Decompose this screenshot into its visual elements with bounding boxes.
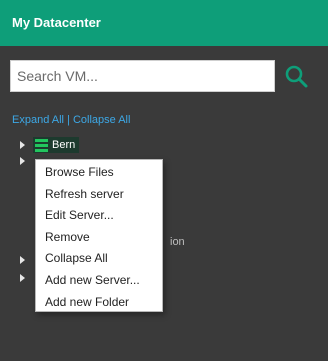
collapse-all-link[interactable]: Collapse All: [73, 114, 130, 126]
expand-caret-icon[interactable]: [20, 274, 25, 282]
menu-item-refresh-server[interactable]: Refresh server: [36, 184, 162, 206]
expand-caret-icon[interactable]: [20, 141, 25, 149]
panel-header: My Datacenter: [0, 0, 328, 46]
tree-row: [20, 270, 25, 286]
tree-node-bern[interactable]: Bern: [33, 137, 80, 153]
context-menu: Browse Files Refresh server Edit Server.…: [35, 159, 163, 312]
menu-item-collapse-all[interactable]: Collapse All: [36, 248, 162, 270]
tree-node-label-partial: ion: [170, 236, 185, 248]
menu-item-add-new-folder[interactable]: Add new Folder: [36, 292, 162, 314]
menu-item-browse-files[interactable]: Browse Files: [36, 162, 162, 184]
expand-all-link[interactable]: Expand All: [12, 114, 64, 126]
expand-caret-icon[interactable]: [20, 256, 25, 264]
tree-row-bern: Bern: [20, 137, 80, 153]
menu-item-add-new-server[interactable]: Add new Server...: [36, 270, 162, 292]
menu-item-edit-server[interactable]: Edit Server...: [36, 205, 162, 227]
search-input[interactable]: [10, 60, 275, 92]
tree-actions-separator: |: [67, 114, 70, 126]
datacenter-panel: My Datacenter Expand All | Collapse All …: [0, 0, 328, 361]
tree-row: [20, 252, 25, 268]
menu-item-remove[interactable]: Remove: [36, 227, 162, 249]
panel-title: My Datacenter: [12, 15, 101, 30]
tree-node-label: Bern: [52, 139, 76, 151]
expand-caret-icon[interactable]: [20, 157, 25, 165]
server-icon: [35, 138, 48, 152]
search-icon[interactable]: [283, 63, 311, 91]
tree-row: [20, 153, 25, 169]
tree-actions: Expand All | Collapse All: [12, 114, 130, 126]
